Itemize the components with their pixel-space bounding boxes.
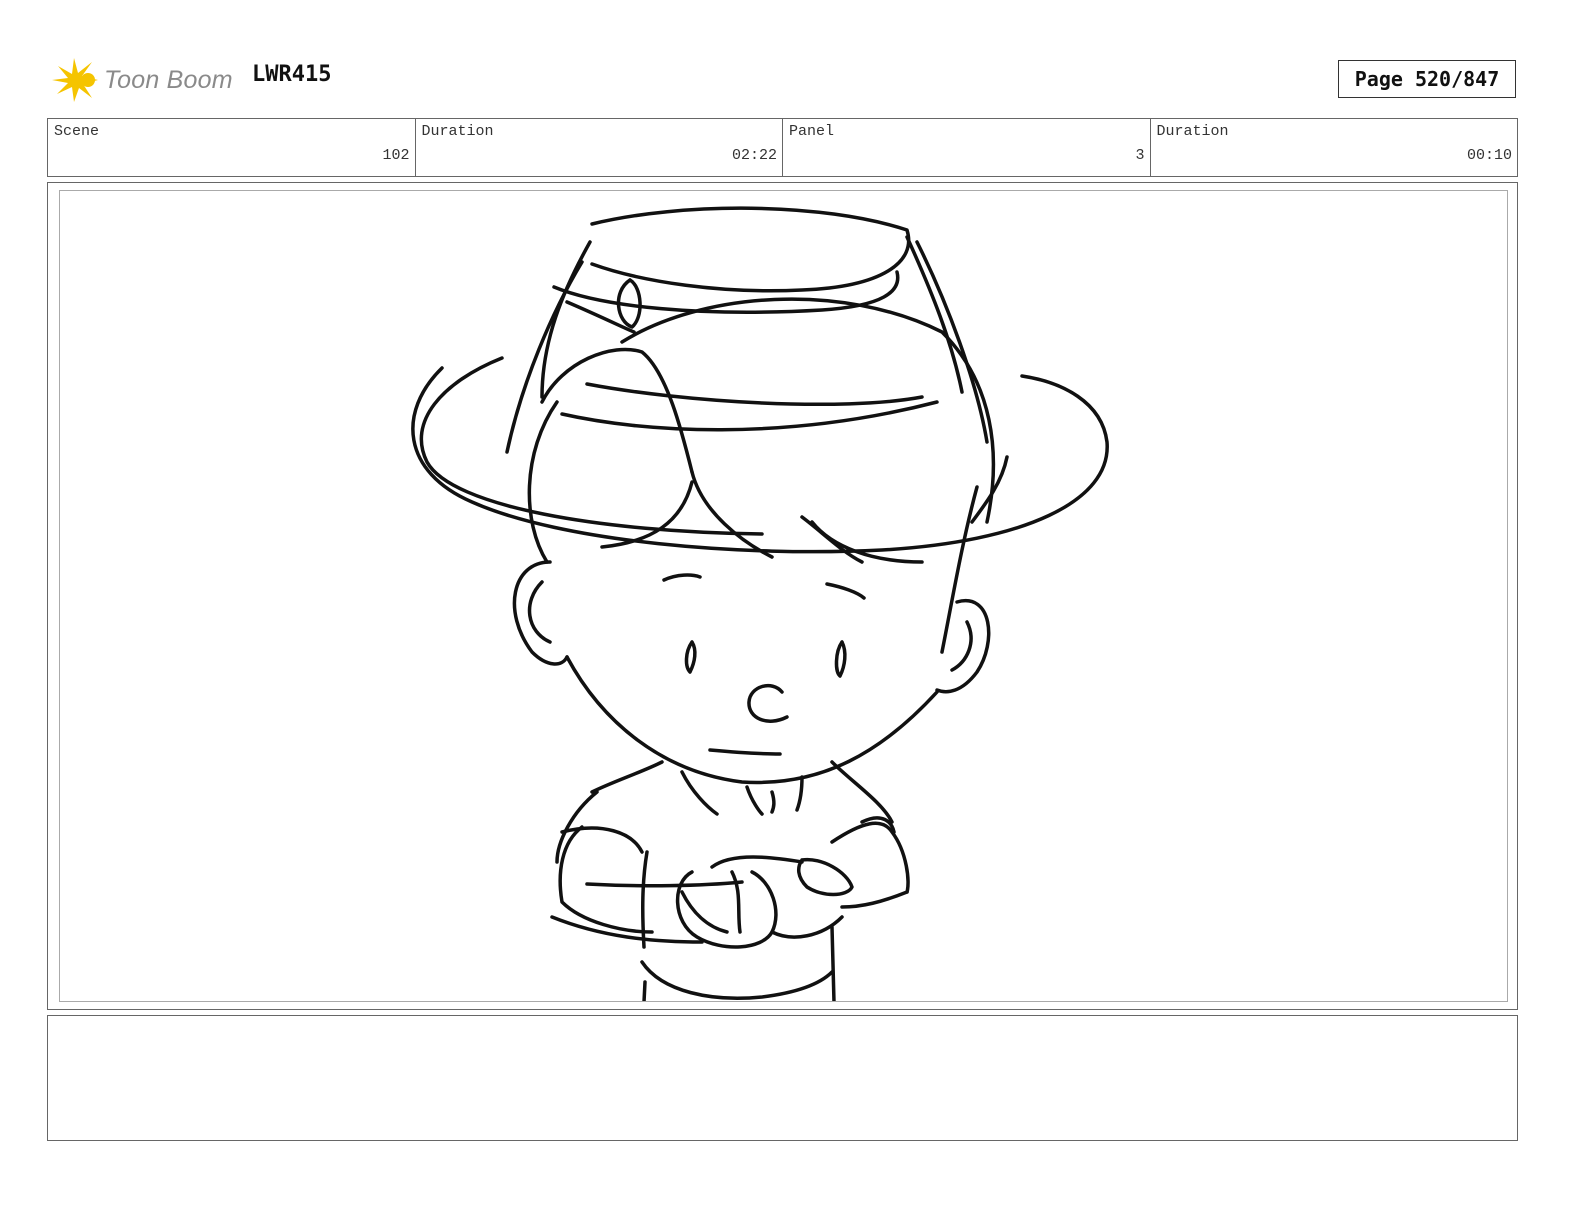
- storyboard-panel: [47, 182, 1518, 1010]
- scene-label: Scene: [54, 123, 100, 140]
- panel-duration-label: Duration: [1156, 123, 1229, 140]
- character-sketch: [411, 206, 1109, 1001]
- panel-label: Panel: [789, 123, 835, 140]
- panel-cell: Panel 3: [783, 119, 1151, 176]
- toon-boom-logo: Toon Boom: [52, 56, 233, 104]
- scene-duration-label: Duration: [421, 123, 494, 140]
- panel-frame: [59, 190, 1508, 1002]
- info-row: Scene 102 Duration 02:22 Panel 3 Duratio…: [47, 118, 1518, 177]
- scene-duration-value: 02:22: [731, 147, 777, 164]
- scene-duration-cell: Duration 02:22: [416, 119, 783, 176]
- scene-cell: Scene 102: [48, 119, 416, 176]
- panel-value: 3: [1135, 147, 1145, 164]
- notes-box: [47, 1015, 1518, 1141]
- page-number: Page 520/847: [1338, 60, 1516, 98]
- toon-boom-burst-icon: [52, 58, 98, 102]
- scene-value: 102: [382, 147, 410, 164]
- logo-wordmark: Toon Boom: [104, 65, 233, 94]
- episode-code: LWR415: [252, 62, 332, 87]
- panel-duration-value: 00:10: [1466, 147, 1512, 164]
- panel-duration-cell: Duration 00:10: [1151, 119, 1518, 176]
